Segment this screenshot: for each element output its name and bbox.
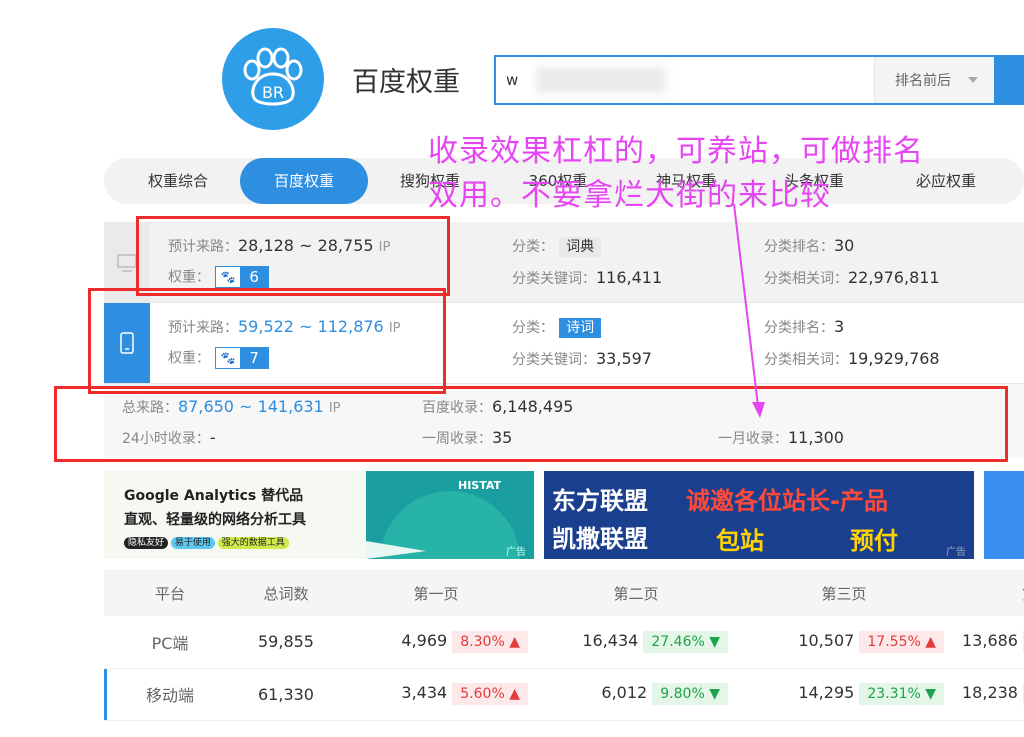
pc-cat-keywords: 116,411 <box>596 268 663 287</box>
ad1-title: Google Analytics 替代品 <box>124 488 304 504</box>
mobile-cat-keywords-label: 分类关键词： <box>512 352 596 368</box>
highlight-box-pc <box>136 216 450 296</box>
row-p1: 4,969 <box>401 630 448 650</box>
ad-mark: 广告 <box>946 547 966 558</box>
rank-select[interactable]: 排名前后 <box>874 57 994 103</box>
annotation-arrow <box>733 203 765 418</box>
ad-google-analytics[interactable]: Google Analytics 替代品 直观、轻量级的网络分析工具 隐私友好 … <box>104 471 366 559</box>
ad-partial[interactable] <box>984 471 1024 559</box>
pc-cat-related: 22,976,811 <box>848 268 940 287</box>
col-page4: 第四 <box>952 570 1024 616</box>
ad3-btn1: 包站 <box>716 527 764 555</box>
mobile-cat-related: 19,929,768 <box>848 349 940 368</box>
row-p3: 14,295 <box>798 683 855 702</box>
ad1-subtitle: 直观、轻量级的网络分析工具 <box>124 512 306 528</box>
col-page3: 第三页 <box>736 570 952 616</box>
rank-select-label: 排名前后 <box>895 73 951 89</box>
row-p2-pct: 9.80% ▼ <box>652 683 728 705</box>
ad2-brand: HISTAT <box>458 479 502 492</box>
tab-weight-overview[interactable]: 权重综合 <box>114 158 242 204</box>
ad1-tag: 易于使用 <box>170 537 215 549</box>
row-total: 59,855 <box>236 616 336 669</box>
mobile-cat-keywords: 33,597 <box>596 349 652 368</box>
ad1-tag: 强大的数据工具 <box>217 537 289 549</box>
paw-logo-icon: BR <box>243 47 303 106</box>
table-row[interactable]: 移动端 61,330 3,434 5.60% ▲ 6,012 9.80% ▼ 1… <box>104 668 1024 721</box>
col-platform: 平台 <box>104 570 236 616</box>
row-platform: 移动端 <box>104 668 236 721</box>
tab-baidu-weight[interactable]: 百度权重 <box>240 158 368 204</box>
pc-category-label: 分类： <box>512 239 554 255</box>
row-p1-pct: 8.30% ▲ <box>452 630 528 653</box>
site-logo[interactable]: BR <box>222 28 324 130</box>
page-title: 百度权重 <box>352 67 460 98</box>
row-p2: 6,012 <box>601 683 648 702</box>
row-p4: 13,686 <box>962 630 1018 650</box>
search-button[interactable] <box>994 57 1024 103</box>
ad3-slogan: 诚邀各位站长-产品 <box>686 487 888 515</box>
mobile-cat-rank: 3 <box>834 317 845 336</box>
ad-mark: 广告 <box>506 547 526 558</box>
ad1-tag: 隐私友好 <box>124 537 169 549</box>
ad3-btn2: 预付 <box>850 527 898 555</box>
row-p1: 3,434 <box>401 683 448 702</box>
table-header-row: 平台 总词数 第一页 第二页 第三页 第四 <box>104 570 1024 616</box>
highlight-box-mobile <box>88 288 446 394</box>
pc-cat-keywords-label: 分类关键词： <box>512 271 596 287</box>
search-box: 排名前后 <box>494 55 1024 105</box>
row-p1-pct: 5.60% ▲ <box>452 683 528 705</box>
annotation-line1: 收录效果杠杠的，可养站，可做排名 <box>428 134 924 169</box>
ad-histat[interactable]: HISTAT 广告 <box>366 471 534 559</box>
pc-category-badge[interactable]: 词典 <box>559 237 602 257</box>
svg-text:BR: BR <box>262 83 284 102</box>
row-total: 61,330 <box>236 668 336 721</box>
row-p3-pct: 17.55% ▲ <box>859 630 944 653</box>
table-row[interactable]: PC端 59,855 4,969 8.30% ▲ 16,434 27.46% ▼… <box>104 616 1024 669</box>
ad3-line2: 凯撒联盟 <box>552 525 648 553</box>
chevron-down-icon <box>968 77 978 83</box>
row-p3-pct: 23.31% ▼ <box>859 683 944 705</box>
row-p4: 18,238 <box>962 683 1018 702</box>
mobile-category-label: 分类： <box>512 320 554 336</box>
pc-cat-rank: 30 <box>834 236 855 255</box>
highlight-box-summary <box>54 386 1008 462</box>
col-page1: 第一页 <box>336 570 536 616</box>
ad3-line1: 东方联盟 <box>552 487 648 515</box>
row-p2-pct: 27.46% ▼ <box>643 630 728 653</box>
blurred-domain <box>536 67 666 93</box>
ad-dongfang-union[interactable]: 东方联盟 凯撒联盟 诚邀各位站长-产品 包站 预付 广告 <box>544 471 974 559</box>
row-p2: 16,434 <box>582 630 639 650</box>
col-total: 总词数 <box>236 570 336 616</box>
mobile-category-badge[interactable]: 诗词 <box>559 318 602 338</box>
row-platform: PC端 <box>104 616 236 669</box>
col-page2: 第二页 <box>536 570 736 616</box>
row-p3: 10,507 <box>798 630 855 650</box>
ranking-table: 平台 总词数 第一页 第二页 第三页 第四 PC端 59,855 4,969 8… <box>104 570 1024 721</box>
